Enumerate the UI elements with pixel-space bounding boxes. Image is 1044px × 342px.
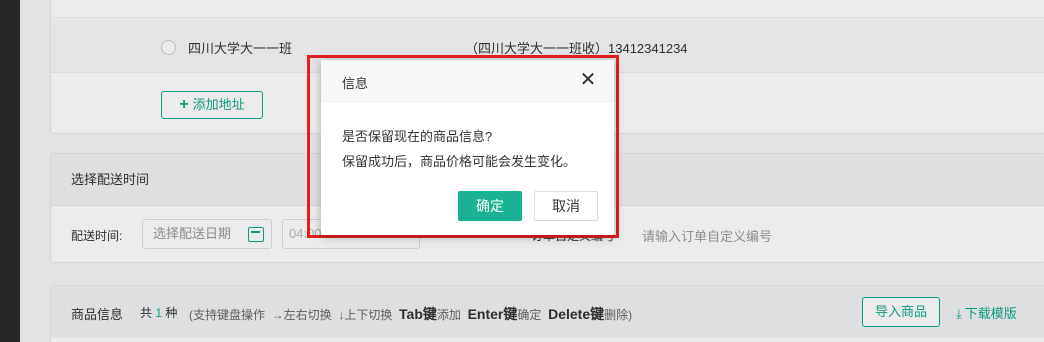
dialog-message-line2: 保留成功后，商品价格可能会发生变化。 xyxy=(342,154,577,169)
cancel-button[interactable]: 取消 xyxy=(534,191,598,221)
confirm-button[interactable]: 确定 xyxy=(458,191,522,221)
dialog-title: 信息 xyxy=(342,76,369,91)
dialog-message-line1: 是否保留现在的商品信息? xyxy=(342,129,493,144)
dialog-header: 信息 ✕ xyxy=(321,60,614,102)
confirm-dialog: 信息 ✕ 是否保留现在的商品信息? 保留成功后，商品价格可能会发生变化。 确定 … xyxy=(321,60,614,235)
close-icon[interactable]: ✕ xyxy=(579,69,597,91)
